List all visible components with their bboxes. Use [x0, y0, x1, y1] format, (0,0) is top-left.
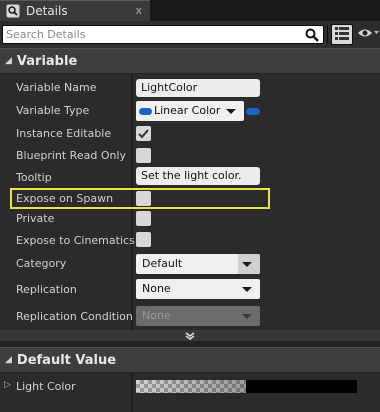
- chevron-down-icon: [226, 109, 236, 114]
- category-header-default-value[interactable]: ◢ Default Value: [0, 347, 380, 372]
- visibility-filter-button[interactable]: [357, 27, 380, 42]
- chevron-down-icon: [242, 262, 252, 267]
- row-private: Private: [0, 209, 380, 229]
- property-label: Light Color: [16, 380, 76, 393]
- property-label: Private: [16, 212, 55, 225]
- category-title: Variable: [16, 53, 78, 69]
- property-label: Expose to Cinematics: [16, 234, 135, 247]
- property-label: Category: [16, 257, 67, 270]
- chevron-down-icon: [242, 314, 252, 319]
- search-input[interactable]: [2, 25, 324, 44]
- checkmark-icon: [138, 128, 149, 138]
- category-value: Default: [142, 257, 183, 270]
- container-type-pin-icon[interactable]: [246, 108, 260, 115]
- property-label: Replication Condition: [16, 310, 133, 323]
- blueprint-read-only-checkbox[interactable]: [136, 148, 151, 163]
- replication-dropdown[interactable]: None: [136, 279, 260, 299]
- property-label: Blueprint Read Only: [16, 149, 127, 162]
- variable-type-value: Linear Color: [154, 104, 221, 117]
- highlight-outline: [10, 188, 270, 209]
- expose-to-cinematics-checkbox[interactable]: [136, 232, 151, 247]
- instance-editable-checkbox[interactable]: [136, 126, 151, 141]
- property-label: Variable Name: [16, 81, 97, 94]
- property-label: Variable Type: [16, 104, 90, 117]
- close-icon[interactable]: x: [135, 4, 142, 17]
- search-icon[interactable]: [303, 26, 321, 43]
- property-label: Replication: [16, 283, 77, 296]
- chevron-down-icon: [242, 287, 252, 292]
- row-blueprint-read-only: Blueprint Read Only: [0, 144, 380, 166]
- private-checkbox[interactable]: [136, 211, 151, 226]
- grid-view-icon: [335, 26, 349, 43]
- tab-title: Details: [26, 4, 68, 18]
- row-variable-name: Variable Name LightColor: [0, 78, 380, 98]
- eye-visibility-icon: [357, 27, 379, 42]
- replication-condition-dropdown: None: [136, 306, 260, 326]
- expand-down-icon: [185, 331, 195, 340]
- expand-arrow-icon[interactable]: ▷: [4, 380, 11, 390]
- variable-name-field[interactable]: LightColor: [136, 79, 260, 97]
- row-variable-type: Variable Type Linear Color: [0, 99, 380, 121]
- replication-value: None: [142, 282, 171, 295]
- divider: [327, 25, 328, 44]
- type-pin-icon: [139, 107, 152, 115]
- view-options-button[interactable]: [331, 24, 353, 45]
- collapse-arrow-icon: ◢: [5, 56, 12, 66]
- category-title: Default Value: [16, 352, 117, 368]
- variable-type-dropdown[interactable]: Linear Color: [136, 101, 244, 121]
- row-expose-to-cinematics: Expose to Cinematics: [0, 229, 380, 251]
- tab-details[interactable]: Details x: [0, 0, 150, 21]
- collapse-arrow-icon: ◢: [5, 355, 12, 365]
- advanced-expander[interactable]: [0, 330, 380, 341]
- details-magnifier-icon: [6, 4, 20, 18]
- property-label: Tooltip: [16, 171, 52, 184]
- row-instance-editable: Instance Editable: [0, 122, 380, 144]
- category-header-variable[interactable]: ◢ Variable: [0, 48, 380, 73]
- row-replication-condition: Replication Condition None: [0, 304, 380, 330]
- category-dropdown[interactable]: Default: [136, 254, 260, 274]
- replication-condition-value: None: [142, 309, 171, 322]
- search-bar: [0, 21, 380, 48]
- tab-bar: Details x: [0, 0, 380, 21]
- row-category: Category Default: [0, 252, 380, 276]
- row-tooltip: Tooltip Set the light color.: [0, 166, 380, 188]
- property-label: Instance Editable: [16, 127, 112, 140]
- color-picker-swatch[interactable]: [136, 380, 357, 393]
- tooltip-field[interactable]: Set the light color.: [136, 167, 260, 185]
- row-replication: Replication None: [0, 277, 380, 303]
